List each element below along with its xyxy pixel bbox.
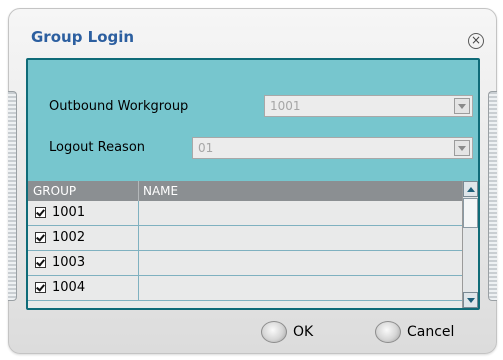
logout-reason-label: Logout Reason xyxy=(49,140,146,155)
column-header-group[interactable]: GROUP xyxy=(33,184,76,198)
outbound-workgroup-value: 1001 xyxy=(270,99,301,113)
cancel-orb-icon xyxy=(375,321,401,343)
scroll-thumb[interactable] xyxy=(463,198,478,228)
table-header: GROUP NAME xyxy=(28,181,462,201)
table-row[interactable]: 1003 xyxy=(28,251,462,276)
group-cell: 1004 xyxy=(28,276,139,300)
scroll-up-icon[interactable] xyxy=(463,181,478,197)
row-checkbox[interactable] xyxy=(35,232,46,243)
table-row[interactable]: 1001 xyxy=(28,201,462,226)
group-table: GROUP NAME 1001 1002 1003 1004 xyxy=(28,181,478,308)
dialog-title: Group Login xyxy=(31,28,135,46)
table-row[interactable]: 1002 xyxy=(28,226,462,251)
logout-reason-select[interactable]: 01 xyxy=(192,137,473,159)
form-panel: Outbound Workgroup 1001 Logout Reason 01… xyxy=(26,58,480,310)
group-id: 1003 xyxy=(52,255,86,270)
chevron-down-icon[interactable] xyxy=(454,140,470,156)
table-row[interactable]: 1004 xyxy=(28,276,462,301)
group-login-dialog: Group Login × Outbound Workgroup 1001 Lo… xyxy=(8,8,497,354)
close-icon[interactable]: × xyxy=(468,33,484,49)
row-checkbox[interactable] xyxy=(35,282,46,293)
group-cell: 1003 xyxy=(28,251,139,275)
right-rail-decoration xyxy=(488,91,497,301)
row-checkbox[interactable] xyxy=(35,207,46,218)
cancel-button[interactable]: Cancel xyxy=(375,320,454,344)
group-id: 1004 xyxy=(52,280,86,295)
table-body: 1001 1002 1003 1004 xyxy=(28,201,462,301)
ok-button[interactable]: OK xyxy=(261,320,313,344)
group-id: 1002 xyxy=(52,230,86,245)
row-checkbox[interactable] xyxy=(35,257,46,268)
ok-orb-icon xyxy=(261,321,287,343)
chevron-down-icon[interactable] xyxy=(454,98,470,114)
cancel-button-label: Cancel xyxy=(407,324,455,340)
group-cell: 1002 xyxy=(28,226,139,250)
ok-button-label: OK xyxy=(293,324,314,340)
column-divider[interactable] xyxy=(138,181,139,201)
outbound-workgroup-select[interactable]: 1001 xyxy=(264,95,473,117)
column-header-name[interactable]: NAME xyxy=(143,184,178,198)
left-rail-decoration xyxy=(8,91,17,301)
group-cell: 1001 xyxy=(28,201,139,225)
scroll-down-icon[interactable] xyxy=(463,292,478,308)
vertical-scrollbar[interactable] xyxy=(462,181,478,308)
outbound-workgroup-label: Outbound Workgroup xyxy=(49,99,189,114)
logout-reason-value: 01 xyxy=(198,141,214,155)
group-id: 1001 xyxy=(52,205,86,220)
